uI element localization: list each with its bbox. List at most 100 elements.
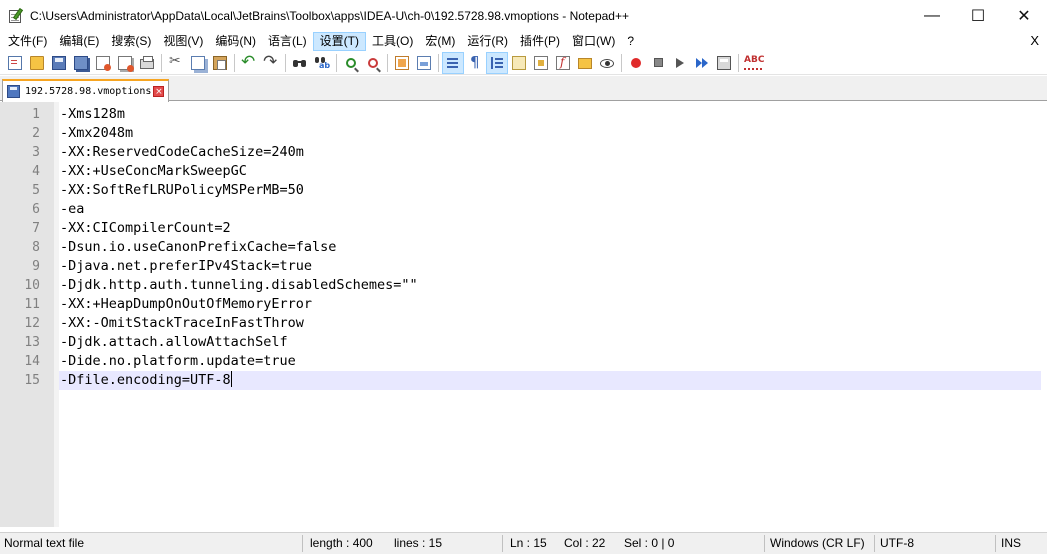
close-window-button[interactable]: ✕ (1001, 0, 1047, 31)
maximize-button[interactable]: ☐ (955, 0, 1001, 31)
indent-guide-button[interactable] (486, 51, 508, 74)
close-button[interactable] (92, 52, 114, 74)
minimize-button[interactable]: — (909, 0, 955, 31)
editor-line[interactable]: 15 -Dfile.encoding=UTF-8 (0, 371, 1041, 390)
menu-run[interactable]: 运行(R) (461, 32, 514, 51)
menu-language[interactable]: 语言(L) (262, 32, 313, 51)
line-text[interactable]: -Djdk.attach.allowAttachSelf (59, 333, 1041, 352)
editor-line[interactable]: 4 -XX:+UseConcMarkSweepGC (0, 162, 1041, 181)
editor-line[interactable]: 10 -Djdk.http.auth.tunneling.disabledSche… (0, 276, 1041, 295)
replace-button[interactable] (311, 52, 333, 74)
macro-play-button[interactable] (669, 52, 691, 74)
menu-macro[interactable]: 宏(M) (419, 32, 461, 51)
undo-button[interactable] (238, 52, 260, 74)
word-wrap-button[interactable] (442, 51, 464, 74)
status-bar: Normal text file length : 400 lines : 15… (0, 532, 1047, 554)
editor-line[interactable]: 12 -XX:-OmitStackTraceInFastThrow (0, 314, 1041, 333)
tab-close-icon[interactable]: × (153, 86, 165, 97)
line-text[interactable]: -Djdk.http.auth.tunneling.disabledScheme… (59, 276, 1041, 295)
menu-file[interactable]: 文件(F) (2, 32, 53, 51)
line-content: -Xms128m (60, 106, 126, 122)
cut-button[interactable] (165, 52, 187, 74)
editor-line[interactable]: 14 -Dide.no.platform.update=true (0, 352, 1041, 371)
editor-line[interactable]: 7 -XX:CICompilerCount=2 (0, 219, 1041, 238)
editor-line[interactable]: 8 -Dsun.io.useCanonPrefixCache=false (0, 238, 1041, 257)
menu-view[interactable]: 视图(V) (157, 32, 209, 51)
editor-line[interactable]: 1 -Xms128m (0, 105, 1041, 124)
editor-line[interactable]: 11 -XX:+HeapDumpOnOutOfMemoryError (0, 295, 1041, 314)
close-document-button[interactable]: X (1030, 31, 1039, 51)
line-text[interactable]: -Xms128m (59, 105, 1041, 124)
editor-line[interactable]: 3 -XX:ReservedCodeCacheSize=240m (0, 143, 1041, 162)
save-button[interactable] (48, 52, 70, 74)
line-text[interactable]: -XX:CICompilerCount=2 (59, 219, 1041, 238)
macro-save-button[interactable] (713, 52, 735, 74)
notepad-plus-plus-app-icon[interactable] (8, 7, 24, 24)
status-insert-mode[interactable]: INS (997, 533, 1021, 554)
menu-encoding[interactable]: 编码(N) (209, 32, 262, 51)
menu-settings[interactable]: 设置(T) (312, 31, 366, 51)
line-text[interactable]: -ea (59, 200, 1041, 219)
line-number: 9 (32, 259, 40, 274)
line-text[interactable]: -Xmx2048m (59, 124, 1041, 143)
sync-vertical-button[interactable] (391, 52, 413, 74)
status-separator (995, 535, 996, 552)
editor-line[interactable]: 13 -Djdk.attach.allowAttachSelf (0, 333, 1041, 352)
show-all-chars-button[interactable] (464, 52, 486, 74)
status-lines: lines : 15 (394, 536, 443, 550)
redo-button[interactable] (260, 52, 282, 74)
line-content: -Djdk.attach.allowAttachSelf (60, 334, 288, 350)
paste-button[interactable] (209, 52, 231, 74)
monitoring-button[interactable] (596, 52, 618, 74)
editor[interactable]: 1 -Xms128m 2 -Xmx2048m 3 -XX:ReservedCodeCach… (0, 102, 1047, 527)
line-text[interactable]: -Dfile.encoding=UTF-8 (59, 371, 1041, 390)
editor-line[interactable]: 5 -XX:SoftRefLRUPolicyMSPerMB=50 (0, 181, 1041, 200)
toolbar-separator (438, 53, 439, 72)
line-text[interactable]: -Dsun.io.useCanonPrefixCache=false (59, 238, 1041, 257)
find-button[interactable] (289, 52, 311, 74)
menu-edit[interactable]: 编辑(E) (53, 32, 105, 51)
macro-stop-button[interactable] (647, 52, 669, 74)
sync-horizontal-button[interactable] (413, 52, 435, 74)
status-encoding[interactable]: UTF-8 (876, 533, 914, 554)
folder-workspace-button[interactable] (574, 52, 596, 74)
line-text[interactable]: -XX:+HeapDumpOnOutOfMemoryError (59, 295, 1041, 314)
zoom-out-button[interactable] (362, 52, 384, 74)
menu-window[interactable]: 窗口(W) (566, 32, 621, 51)
toolbar-separator (621, 53, 622, 72)
print-icon (140, 56, 154, 69)
line-text[interactable]: -XX:ReservedCodeCacheSize=240m (59, 143, 1041, 162)
line-text[interactable]: -XX:-OmitStackTraceInFastThrow (59, 314, 1041, 333)
new-file-button[interactable] (4, 52, 26, 74)
menu-search[interactable]: 搜索(S) (105, 32, 157, 51)
saved-file-icon (7, 85, 20, 98)
status-eol[interactable]: Windows (CR LF) (766, 533, 865, 554)
zoom-in-icon (346, 57, 356, 68)
spell-check-button[interactable] (742, 52, 768, 74)
copy-button[interactable] (187, 52, 209, 74)
line-text[interactable]: -XX:+UseConcMarkSweepGC (59, 162, 1041, 181)
editor-line[interactable]: 2 -Xmx2048m (0, 124, 1041, 143)
macro-play-multiple-button[interactable] (691, 52, 713, 74)
function-list-button[interactable] (552, 52, 574, 74)
zoom-in-button[interactable] (340, 52, 362, 74)
menu-help[interactable]: ? (621, 32, 640, 51)
menu-tools[interactable]: 工具(O) (366, 32, 419, 51)
open-file-button[interactable] (26, 52, 48, 74)
line-number: 7 (32, 221, 40, 236)
line-number: 2 (32, 126, 40, 141)
line-text[interactable]: -Dide.no.platform.update=true (59, 352, 1041, 371)
macro-record-button[interactable] (625, 52, 647, 74)
editor-line[interactable]: 6 -ea (0, 200, 1041, 219)
line-text[interactable]: -Djava.net.preferIPv4Stack=true (59, 257, 1041, 276)
user-language-button[interactable] (508, 52, 530, 74)
menu-plugins[interactable]: 插件(P) (514, 32, 566, 51)
save-all-button[interactable] (70, 52, 92, 74)
editor-line[interactable]: 9 -Djava.net.preferIPv4Stack=true (0, 257, 1041, 276)
document-map-button[interactable] (530, 52, 552, 74)
print-button[interactable] (136, 52, 158, 74)
close-all-button[interactable] (114, 52, 136, 74)
tab-vmoptions[interactable]: 192.5728.98.vmoptions × (2, 79, 169, 102)
editor-lines[interactable]: 1 -Xms128m 2 -Xmx2048m 3 -XX:ReservedCodeCach… (0, 105, 1041, 390)
line-text[interactable]: -XX:SoftRefLRUPolicyMSPerMB=50 (59, 181, 1041, 200)
